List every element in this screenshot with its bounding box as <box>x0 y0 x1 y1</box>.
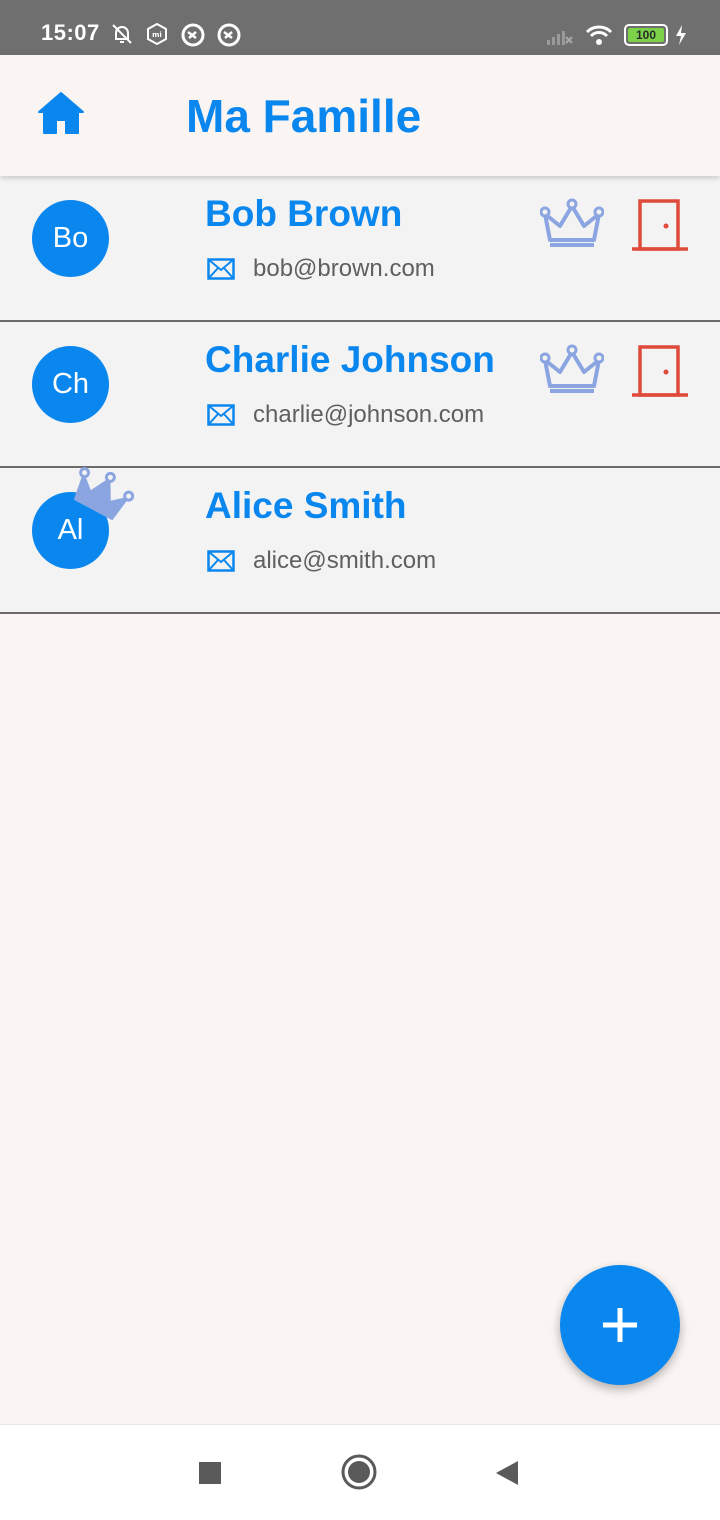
sync-icon <box>217 23 241 47</box>
mi-icon: mi <box>147 22 167 46</box>
member-email: alice@smith.com <box>253 547 437 574</box>
back-triangle-icon[interactable] <box>494 1459 520 1487</box>
member-name: Bob Brown <box>205 193 403 234</box>
mail-icon <box>207 404 235 426</box>
battery-level: 100 <box>628 28 664 42</box>
owner-crown-icon <box>73 467 134 520</box>
add-member-button[interactable] <box>560 1265 680 1385</box>
crown-icon[interactable] <box>540 198 604 250</box>
door-icon[interactable] <box>630 198 690 254</box>
svg-text:mi: mi <box>152 31 162 39</box>
member-name: Charlie Johnson <box>205 339 495 380</box>
status-bar: 15:07 mi 100 <box>0 0 720 55</box>
crown-icon[interactable] <box>540 344 604 396</box>
mail-icon <box>207 550 235 572</box>
signal-icon <box>547 31 573 45</box>
member-row[interactable]: Al Alice Smith alice@smith.com <box>0 467 720 614</box>
member-email: charlie@johnson.com <box>253 401 485 428</box>
plus-icon <box>603 1308 637 1342</box>
status-time: 15:07 <box>41 20 100 45</box>
member-name: Alice Smith <box>205 485 407 526</box>
mail-icon <box>207 258 235 280</box>
bell-off-icon <box>112 24 132 44</box>
member-email: bob@brown.com <box>253 255 435 282</box>
page-title: Ma Famille <box>186 90 422 142</box>
member-list: Bo Bob Brown bob@brown.com Ch Charlie Jo… <box>0 176 720 614</box>
charging-icon <box>676 25 686 45</box>
app-bar: Ma Famille <box>0 55 720 176</box>
member-row[interactable]: Ch Charlie Johnson charlie@johnson.com <box>0 322 720 468</box>
home-icon[interactable] <box>36 88 86 138</box>
door-icon[interactable] <box>630 344 690 400</box>
sync-icon <box>181 23 205 47</box>
avatar: Bo <box>32 200 109 277</box>
recents-square-icon[interactable] <box>198 1461 222 1485</box>
member-row[interactable]: Bo Bob Brown bob@brown.com <box>0 176 720 322</box>
system-nav-bar <box>0 1424 720 1520</box>
wifi-icon <box>585 25 613 45</box>
home-circle-icon[interactable] <box>340 1453 378 1491</box>
battery-icon: 100 <box>624 24 668 46</box>
avatar: Ch <box>32 346 109 423</box>
